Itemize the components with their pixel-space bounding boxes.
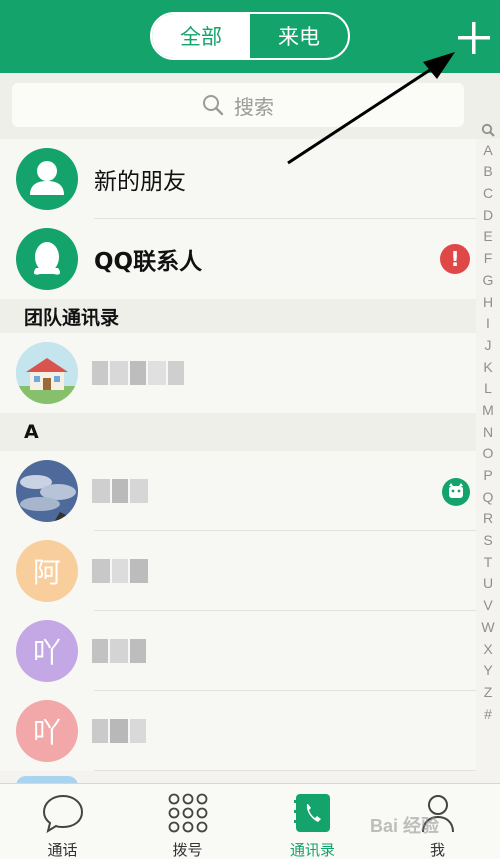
index-letter[interactable]: P: [478, 467, 498, 489]
blurred-name: [92, 639, 146, 663]
contact-row[interactable]: [0, 333, 476, 413]
avatar: 吖: [16, 700, 78, 762]
index-letter[interactable]: G: [478, 272, 498, 294]
tab-label: 通讯录: [289, 841, 335, 859]
list-item-label: 新的朋友: [94, 169, 186, 195]
tab-label: 通话: [47, 841, 78, 859]
avatar: 阿: [16, 540, 78, 602]
address-book-icon: [294, 794, 330, 832]
contact-row[interactable]: [0, 451, 476, 531]
tab-calls[interactable]: 通话: [0, 784, 125, 859]
index-letter[interactable]: N: [478, 424, 498, 446]
alert-badge: !: [440, 244, 470, 274]
search-input[interactable]: 搜索: [12, 83, 464, 127]
plus-icon[interactable]: [456, 20, 492, 56]
index-letter[interactable]: Q: [478, 489, 498, 511]
avatar: 吖: [16, 620, 78, 682]
house-icon: [16, 342, 78, 404]
index-letter[interactable]: B: [478, 163, 498, 185]
index-letter[interactable]: Z: [478, 684, 498, 706]
blurred-name: [92, 719, 146, 743]
dialpad-icon: [168, 793, 208, 833]
index-letter[interactable]: H: [478, 294, 498, 316]
alphabet-index-bar[interactable]: A B C D E F G H I J K L M N O P Q R S T …: [478, 120, 498, 727]
list-item-new-friends[interactable]: 新的朋友: [0, 139, 476, 219]
index-letter[interactable]: E: [478, 228, 498, 250]
tab-dialpad[interactable]: 拨号: [125, 784, 250, 859]
blurred-name: [92, 559, 148, 583]
pet-face-icon: [442, 478, 470, 506]
list-item-label: QQ联系人: [94, 249, 203, 275]
index-letter[interactable]: F: [478, 250, 498, 272]
index-letter[interactable]: S: [478, 532, 498, 554]
index-letter[interactable]: M: [478, 402, 498, 424]
search-icon: [203, 95, 224, 116]
search-placeholder: 搜索: [234, 94, 274, 119]
watermark: Bai 经验: [370, 816, 440, 836]
section-header: A: [0, 413, 476, 451]
blurred-name: [92, 361, 184, 385]
index-letter[interactable]: L: [478, 380, 498, 402]
segmented-control: 全部 来电: [150, 12, 350, 60]
index-letter[interactable]: V: [478, 597, 498, 619]
index-letter[interactable]: C: [478, 185, 498, 207]
avatar: [16, 460, 78, 522]
index-letter[interactable]: Y: [478, 662, 498, 684]
qq-penguin-icon: [16, 228, 78, 290]
top-header: 全部 来电: [0, 0, 500, 73]
index-letter[interactable]: O: [478, 445, 498, 467]
contact-row[interactable]: 吖: [0, 691, 476, 771]
contact-row[interactable]: 吖: [0, 611, 476, 691]
index-letter[interactable]: U: [478, 575, 498, 597]
index-letter[interactable]: J: [478, 337, 498, 359]
index-letter[interactable]: K: [478, 359, 498, 381]
blurred-name: [92, 479, 148, 503]
index-letter[interactable]: W: [478, 619, 498, 641]
avatar: [16, 342, 78, 404]
index-search-icon[interactable]: [478, 120, 498, 142]
chat-bubble-icon: [42, 794, 84, 834]
search-area: 搜索: [0, 73, 500, 139]
index-letter[interactable]: I: [478, 315, 498, 337]
index-letter[interactable]: R: [478, 510, 498, 532]
index-letter[interactable]: X: [478, 641, 498, 663]
tab-label: 拨号: [172, 841, 203, 859]
index-letter[interactable]: #: [478, 706, 498, 728]
tab-label: 我: [429, 841, 445, 859]
segment-incoming[interactable]: 来电: [250, 14, 348, 58]
index-letter[interactable]: D: [478, 207, 498, 229]
index-letter[interactable]: T: [478, 554, 498, 576]
index-letter[interactable]: A: [478, 142, 498, 164]
contact-row[interactable]: 阿: [0, 531, 476, 611]
tab-contacts[interactable]: 通讯录: [250, 784, 375, 859]
list-item-qq-contacts[interactable]: QQ联系人 !: [0, 219, 476, 299]
segment-all[interactable]: 全部: [152, 14, 250, 58]
person-icon: [16, 148, 78, 210]
section-header: 团队通讯录: [0, 299, 476, 333]
sky-photo-icon: [16, 460, 78, 522]
